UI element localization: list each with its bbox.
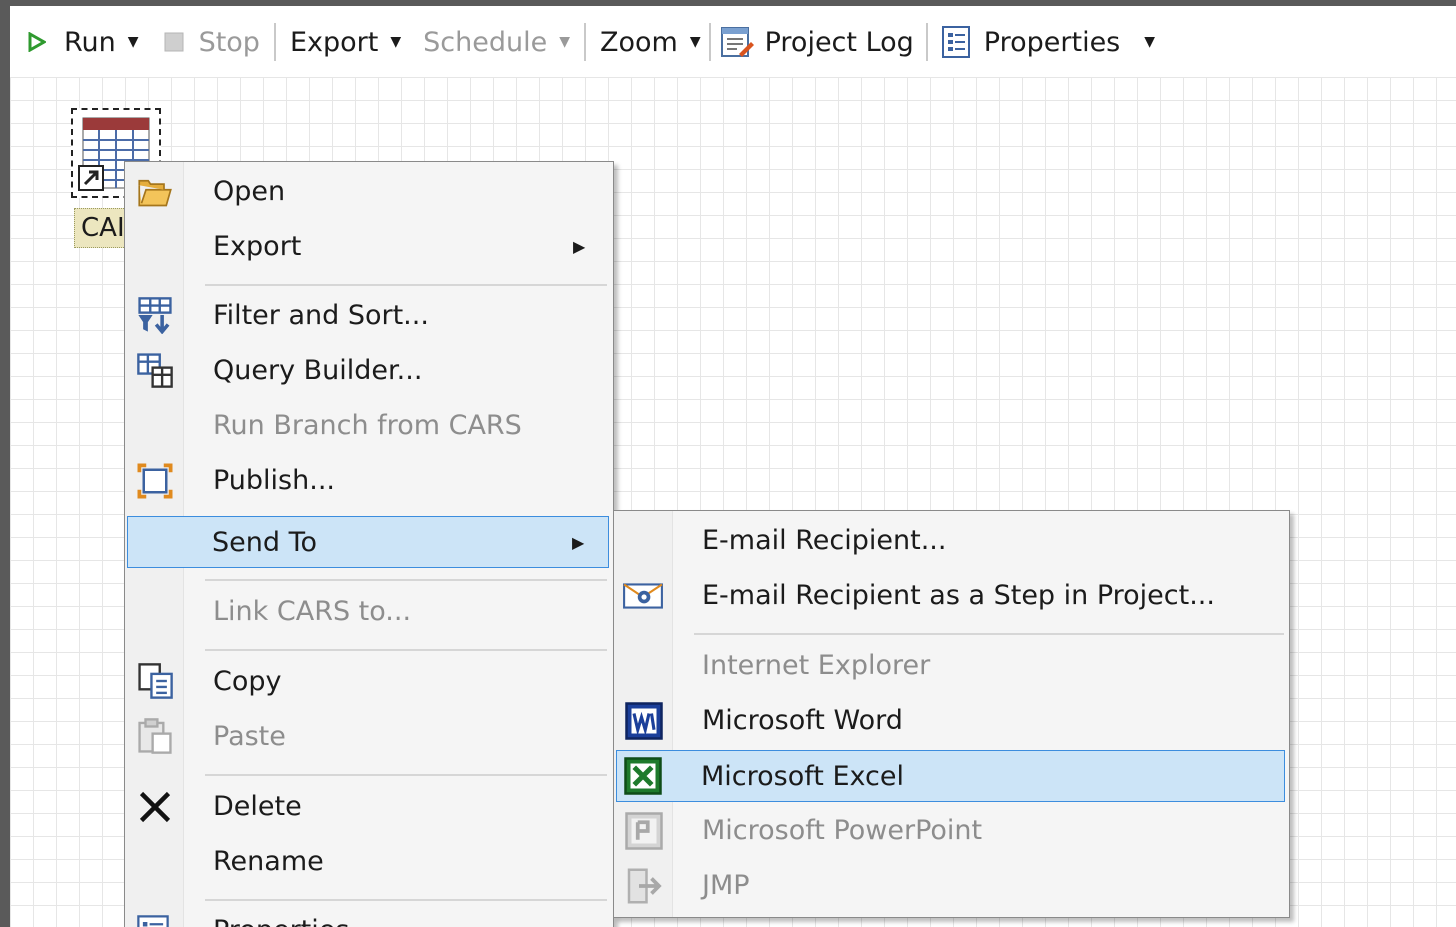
menu-item-open[interactable]: Open (127, 166, 611, 218)
menu-item-word[interactable]: Microsoft Word (616, 695, 1286, 747)
run-button[interactable]: Run ▼ (28, 7, 139, 77)
log-icon (720, 27, 754, 57)
send-to-submenu: E-mail Recipient... E-mail Recipient as … (613, 510, 1290, 918)
publish-icon (137, 463, 173, 499)
schedule-label: Schedule (423, 26, 548, 58)
copy-icon (138, 663, 173, 699)
schedule-button[interactable]: Schedule ▼ (423, 7, 570, 77)
properties-label: Properties (983, 26, 1121, 58)
menu-item-rename[interactable]: Rename (127, 836, 611, 888)
excel-label: Microsoft Excel (701, 761, 904, 792)
chevron-down-icon: ▼ (689, 34, 701, 50)
paste-icon (138, 718, 172, 754)
email-step-label: E-mail Recipient as a Step in Project... (702, 580, 1215, 611)
menu-item-filter-sort[interactable]: Filter and Sort... (127, 290, 611, 342)
chevron-down-icon: ▼ (1144, 34, 1156, 50)
jmp-label: JMP (702, 870, 750, 901)
powerpoint-icon (625, 812, 663, 850)
submenu-arrow-icon: ▶ (573, 237, 586, 256)
menu-item-internet-explorer[interactable]: Internet Explorer (616, 640, 1286, 692)
run-branch-label: Run Branch from CARS (213, 410, 522, 441)
properties-button[interactable]: Properties ▼ (940, 7, 1155, 77)
link-label: Link CARS to... (213, 596, 412, 627)
context-menu: Open Export ▶ Filter and Sort... Query B… (124, 161, 614, 927)
menu-item-copy[interactable]: Copy (127, 656, 611, 708)
jmp-icon (627, 868, 662, 904)
menu-item-link[interactable]: Link CARS to... (127, 586, 611, 638)
menu-item-jmp[interactable]: JMP (616, 860, 1286, 912)
play-icon (28, 32, 46, 52)
toolbar-divider (708, 23, 711, 61)
menu-item-properties[interactable]: Properties (127, 905, 611, 927)
menu-item-run-branch[interactable]: Run Branch from CARS (127, 400, 611, 452)
chevron-down-icon: ▼ (127, 34, 139, 50)
menu-item-delete[interactable]: Delete (127, 781, 611, 833)
project-window: Run ▼ Stop Export ▼ Schedule ▼ Zoom ▼ Pr… (10, 6, 1456, 927)
menu-item-excel[interactable]: Microsoft Excel (616, 750, 1285, 802)
toolbar-divider (583, 23, 586, 61)
word-label: Microsoft Word (702, 705, 903, 736)
email-step-icon (623, 583, 663, 609)
chevron-down-icon: ▼ (390, 34, 402, 50)
send-to-label: Send To (212, 527, 318, 558)
stop-label: Stop (198, 26, 260, 58)
filter-sort-icon (138, 297, 172, 334)
word-icon (625, 702, 663, 740)
project-log-button[interactable]: Project Log (719, 7, 914, 77)
toolbar-divider (925, 23, 928, 61)
project-log-label: Project Log (764, 26, 914, 58)
ie-label: Internet Explorer (702, 650, 931, 681)
menu-separator (205, 774, 607, 776)
properties-label: Properties (213, 905, 349, 927)
menu-separator (205, 284, 607, 286)
open-label: Open (213, 176, 286, 207)
toolbar: Run ▼ Stop Export ▼ Schedule ▼ Zoom ▼ Pr… (10, 7, 1456, 77)
menu-separator (694, 633, 1284, 635)
query-builder-icon (137, 353, 173, 388)
delete-x-icon (139, 791, 171, 823)
rename-label: Rename (213, 846, 324, 877)
menu-separator (205, 579, 607, 581)
menu-separator (205, 899, 607, 901)
menu-item-export[interactable]: Export ▶ (127, 221, 611, 273)
export-label: Export (289, 26, 379, 58)
paste-label: Paste (213, 721, 286, 752)
delete-label: Delete (213, 791, 302, 822)
menu-item-send-to[interactable]: Send To ▶ (127, 516, 609, 568)
toolbar-divider (273, 23, 276, 61)
menu-item-query-builder[interactable]: Query Builder... (127, 345, 611, 397)
menu-item-email-step[interactable]: E-mail Recipient as a Step in Project... (616, 570, 1286, 622)
zoom-label: Zoom (599, 26, 678, 58)
menu-item-powerpoint[interactable]: Microsoft PowerPoint (616, 805, 1286, 857)
zoom-button[interactable]: Zoom ▼ (600, 7, 701, 77)
filter-sort-label: Filter and Sort... (213, 300, 429, 331)
properties-icon (941, 26, 970, 58)
powerpoint-label: Microsoft PowerPoint (702, 815, 983, 846)
menu-item-email[interactable]: E-mail Recipient... (616, 515, 1286, 567)
export-label: Export (213, 231, 302, 262)
export-button[interactable]: Export ▼ (290, 7, 401, 77)
menu-separator (205, 649, 607, 651)
folder-open-icon (138, 179, 172, 207)
run-label: Run (64, 26, 116, 58)
stop-button[interactable]: Stop (163, 7, 260, 77)
query-builder-label: Query Builder... (213, 355, 423, 386)
publish-label: Publish... (213, 465, 335, 496)
email-label: E-mail Recipient... (702, 525, 947, 556)
submenu-arrow-icon: ▶ (572, 533, 585, 552)
chevron-down-icon: ▼ (559, 34, 570, 50)
stop-icon (164, 32, 184, 52)
properties-icon (137, 915, 169, 927)
menu-item-publish[interactable]: Publish... (127, 455, 611, 507)
menu-item-paste[interactable]: Paste (127, 711, 611, 763)
copy-label: Copy (213, 666, 282, 697)
excel-icon (624, 757, 662, 795)
